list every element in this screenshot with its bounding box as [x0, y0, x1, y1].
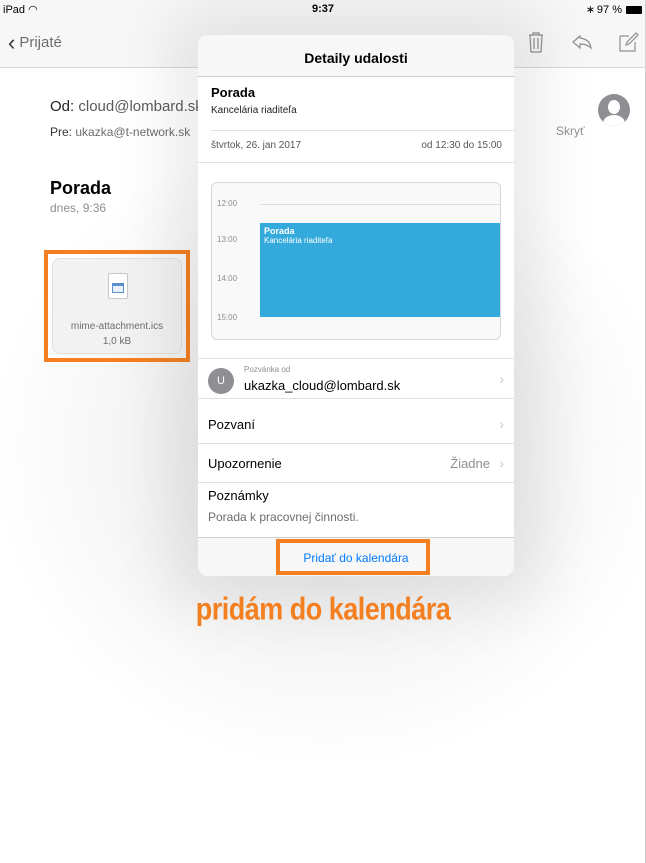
event-title: Porada: [211, 85, 256, 100]
event-time: od 12:30 do 15:00: [421, 140, 502, 151]
divider: [211, 130, 514, 131]
mail-subject: Porada: [50, 178, 112, 198]
attachment-size: 1,0 kB: [102, 336, 132, 347]
hour-label: 13:00: [217, 235, 238, 244]
annotation-caption: pridám do kalendára: [195, 591, 451, 627]
hour-label: 15:00: [217, 313, 238, 322]
back-button[interactable]: ‹ Prijaté: [8, 29, 62, 55]
avatar: [598, 94, 630, 126]
inviter-address: ukazka_cloud@lombard.sk: [244, 378, 401, 393]
add-to-calendar-button[interactable]: Pridať do kalendára: [198, 551, 514, 565]
hour-label: 12:00: [217, 199, 238, 208]
to-address[interactable]: ukazka@t-network.sk: [75, 125, 190, 139]
from-address[interactable]: cloud@lombard.sk: [78, 98, 202, 115]
compose-icon[interactable]: [616, 30, 640, 59]
mail-date: dnes, 9:36: [50, 201, 107, 215]
calendar-event-block: Porada Kancelária riaditeľa: [260, 223, 500, 317]
hour-label: 14:00: [217, 274, 238, 283]
inviter-avatar: U: [208, 368, 234, 394]
to-line: Pre: ukazka@t-network.sk: [50, 125, 191, 139]
mail-header: Od: cloud@lombard.sk Pre: ukazka@t-netwo…: [50, 98, 203, 139]
from-line: Od: cloud@lombard.sk: [50, 98, 203, 115]
invitees-row[interactable]: Pozvaní ›: [198, 406, 514, 444]
chevron-right-icon: ›: [499, 455, 504, 471]
calendar-event-location: Kancelária riaditeľa: [264, 236, 333, 245]
battery-indicator: ∗ 97 %: [586, 3, 642, 16]
notes-text: Porada k pracovnej činnosti.: [208, 510, 359, 524]
reply-icon[interactable]: [570, 30, 594, 59]
battery-icon: [626, 5, 642, 14]
attachment-tile[interactable]: mime-attachment.ics 1,0 kB: [52, 258, 182, 354]
back-label: Prijaté: [19, 34, 62, 51]
chevron-left-icon: ‹: [8, 29, 16, 55]
alert-label: Upozornenie: [208, 456, 282, 471]
alert-value: Žiadne: [450, 456, 490, 471]
bluetooth-icon: ∗: [585, 4, 595, 16]
notes-label: Poznámky: [208, 488, 269, 503]
trash-icon[interactable]: [524, 30, 548, 59]
divider: [198, 162, 514, 163]
event-location: Kancelária riaditeľa: [211, 105, 297, 116]
event-details-modal: Detaily udalosti Porada Kancelária riadi…: [198, 35, 514, 576]
event-day: štvrtok, 26. jan 2017: [211, 140, 302, 151]
clock: 9:37: [311, 3, 335, 15]
day-calendar-preview: 12:00 13:00 14:00 15:00 Porada Kancelári…: [211, 182, 501, 340]
inviter-label: Pozvánka od: [244, 365, 291, 374]
calendar-file-icon: [108, 273, 128, 299]
modal-title: Detaily udalosti: [198, 35, 514, 77]
status-bar: iPad ◠ 9:37 ∗ 97 %: [0, 0, 646, 20]
attachment-name: mime-attachment.ics: [70, 321, 164, 332]
divider: [198, 358, 514, 359]
invitees-label: Pozvaní: [208, 417, 255, 432]
hide-link[interactable]: Skryť: [556, 124, 585, 138]
calendar-event-title: Porada: [264, 226, 295, 236]
hour-line: [260, 204, 500, 205]
alert-row[interactable]: Upozornenie Žiadne ›: [198, 445, 514, 483]
toolbar: [524, 30, 640, 59]
chevron-right-icon: ›: [499, 371, 504, 387]
chevron-right-icon: ›: [499, 416, 504, 432]
inviter-row[interactable]: U Pozvánka od ukazka_cloud@lombard.sk ›: [198, 361, 514, 399]
